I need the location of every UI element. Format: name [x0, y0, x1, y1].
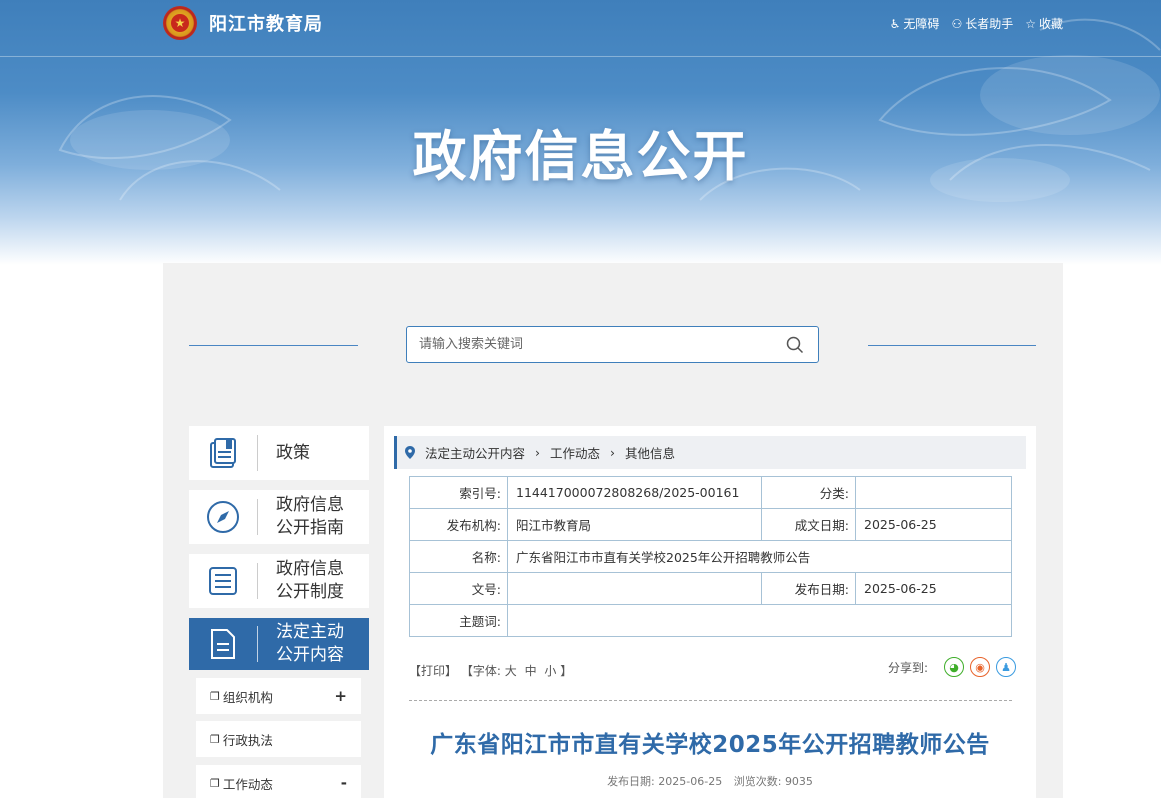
top-links: ♿ 无障碍 ⚇ 长者助手 ☆ 收藏 [890, 15, 1063, 32]
site-title: 阳江市教育局 [209, 14, 323, 35]
meta-published-date: 2025-06-25 [855, 572, 1012, 605]
article-meta: 发布日期: 2025-06-25 浏览次数: 9035 [607, 775, 813, 788]
site-logo[interactable]: ★ 阳江市教育局 [163, 6, 323, 40]
article-tools: 【打印】 【字体: 大 中 小 】 [409, 662, 572, 679]
meta-label: 发布机构: [409, 508, 508, 541]
search-line-right [868, 345, 1036, 346]
meta-doc-no [507, 572, 762, 605]
sidebar-item-policy[interactable]: 政策 [189, 426, 369, 480]
search-input[interactable] [407, 327, 777, 362]
pages-icon: ❐ [210, 732, 220, 746]
banner-title: 政府信息公开 [412, 125, 749, 188]
share-label: 分享到: [887, 660, 928, 675]
location-pin-icon [405, 446, 415, 459]
document-meta-table: 索引号: 114417000072808268/2025-00161 分类: 发… [409, 476, 1012, 637]
main-container: 政策 政府信息公开指南 政府信息公开制度 [163, 263, 1063, 798]
meta-label: 索引号: [409, 476, 508, 509]
weibo-icon[interactable]: ◉ [970, 657, 990, 677]
book-icon [210, 438, 236, 468]
font-medium-button[interactable]: 中 [525, 664, 537, 678]
divider [409, 700, 1012, 701]
font-small-button[interactable]: 小 [544, 664, 556, 678]
accessibility-link[interactable]: ♿ 无障碍 [890, 15, 940, 32]
elder-assist-link[interactable]: ⚇ 长者助手 [951, 15, 1013, 32]
meta-label: 名称: [409, 540, 508, 573]
article-date: 2025-06-25 [658, 775, 723, 788]
breadcrumb-item[interactable]: 法定主动公开内容 [425, 443, 525, 462]
breadcrumb-item[interactable]: 工作动态 [550, 443, 600, 462]
font-large-button[interactable]: 大 [505, 664, 517, 678]
sidebar-item-system[interactable]: 政府信息公开制度 [189, 554, 369, 608]
search-line-left [189, 345, 358, 346]
pages-icon: ❐ [210, 776, 220, 790]
compass-icon [207, 501, 239, 533]
meta-name: 广东省阳江市市直有关学校2025年公开招聘教师公告 [507, 540, 1012, 573]
meta-label: 成文日期: [761, 508, 856, 541]
meta-label: 发布日期: [761, 572, 856, 605]
qq-icon[interactable]: ♟ [996, 657, 1016, 677]
meta-created-date: 2025-06-25 [855, 508, 1012, 541]
font-size-suffix: 】 [560, 664, 573, 678]
meta-label: 文号: [409, 572, 508, 605]
meta-label: 分类: [761, 476, 856, 509]
meta-publisher: 阳江市教育局 [507, 508, 762, 541]
wheelchair-icon: ♿ [889, 16, 901, 31]
document-icon [211, 629, 235, 659]
chevron-right-icon: › [535, 445, 541, 460]
subnav-item-law-enforcement[interactable]: ❐ 行政执法 [196, 721, 361, 757]
meta-index-no: 114417000072808268/2025-00161 [507, 476, 762, 509]
print-button[interactable]: 【打印】 [409, 664, 457, 678]
expand-toggle[interactable]: + [334, 687, 347, 705]
header-divider [0, 56, 1161, 57]
content-panel: 法定主动公开内容 › 工作动态 › 其他信息 索引号: 114417000072… [384, 426, 1036, 798]
header-banner: ★ 阳江市教育局 ♿ 无障碍 ⚇ 长者助手 ☆ 收藏 政府信息公开 [0, 0, 1161, 265]
collapse-toggle[interactable]: - [341, 774, 347, 792]
share-bar: 分享到: ◕ ◉ ♟ [888, 657, 1016, 677]
breadcrumb-item[interactable]: 其他信息 [625, 443, 675, 462]
search-box [406, 326, 819, 363]
subnav-item-organization[interactable]: ❐ 组织机构 + [196, 678, 361, 714]
sidebar-item-guide[interactable]: 政府信息公开指南 [189, 490, 369, 544]
chevron-right-icon: › [610, 445, 616, 460]
pages-icon: ❐ [210, 689, 220, 703]
national-emblem-icon: ★ [163, 6, 197, 40]
article-views: 9035 [784, 775, 813, 788]
meta-label: 主题词: [409, 604, 508, 637]
list-document-icon [209, 567, 237, 595]
subnav-item-work-news[interactable]: ❐ 工作动态 - [196, 765, 361, 798]
star-icon: ☆ [1025, 16, 1036, 31]
font-size-prefix: 【字体: [460, 664, 501, 678]
article-title: 广东省阳江市市直有关学校2025年公开招聘教师公告 [430, 732, 990, 758]
wechat-icon[interactable]: ◕ [944, 657, 964, 677]
meta-keywords [507, 604, 1012, 637]
elder-assist-icon: ⚇ [951, 16, 963, 31]
meta-category [855, 476, 1012, 509]
breadcrumb: 法定主动公开内容 › 工作动态 › 其他信息 [394, 436, 1026, 469]
sidebar-item-statutory[interactable]: 法定主动公开内容 [189, 618, 369, 670]
search-icon[interactable] [786, 336, 804, 354]
favorite-link[interactable]: ☆ 收藏 [1025, 15, 1063, 32]
